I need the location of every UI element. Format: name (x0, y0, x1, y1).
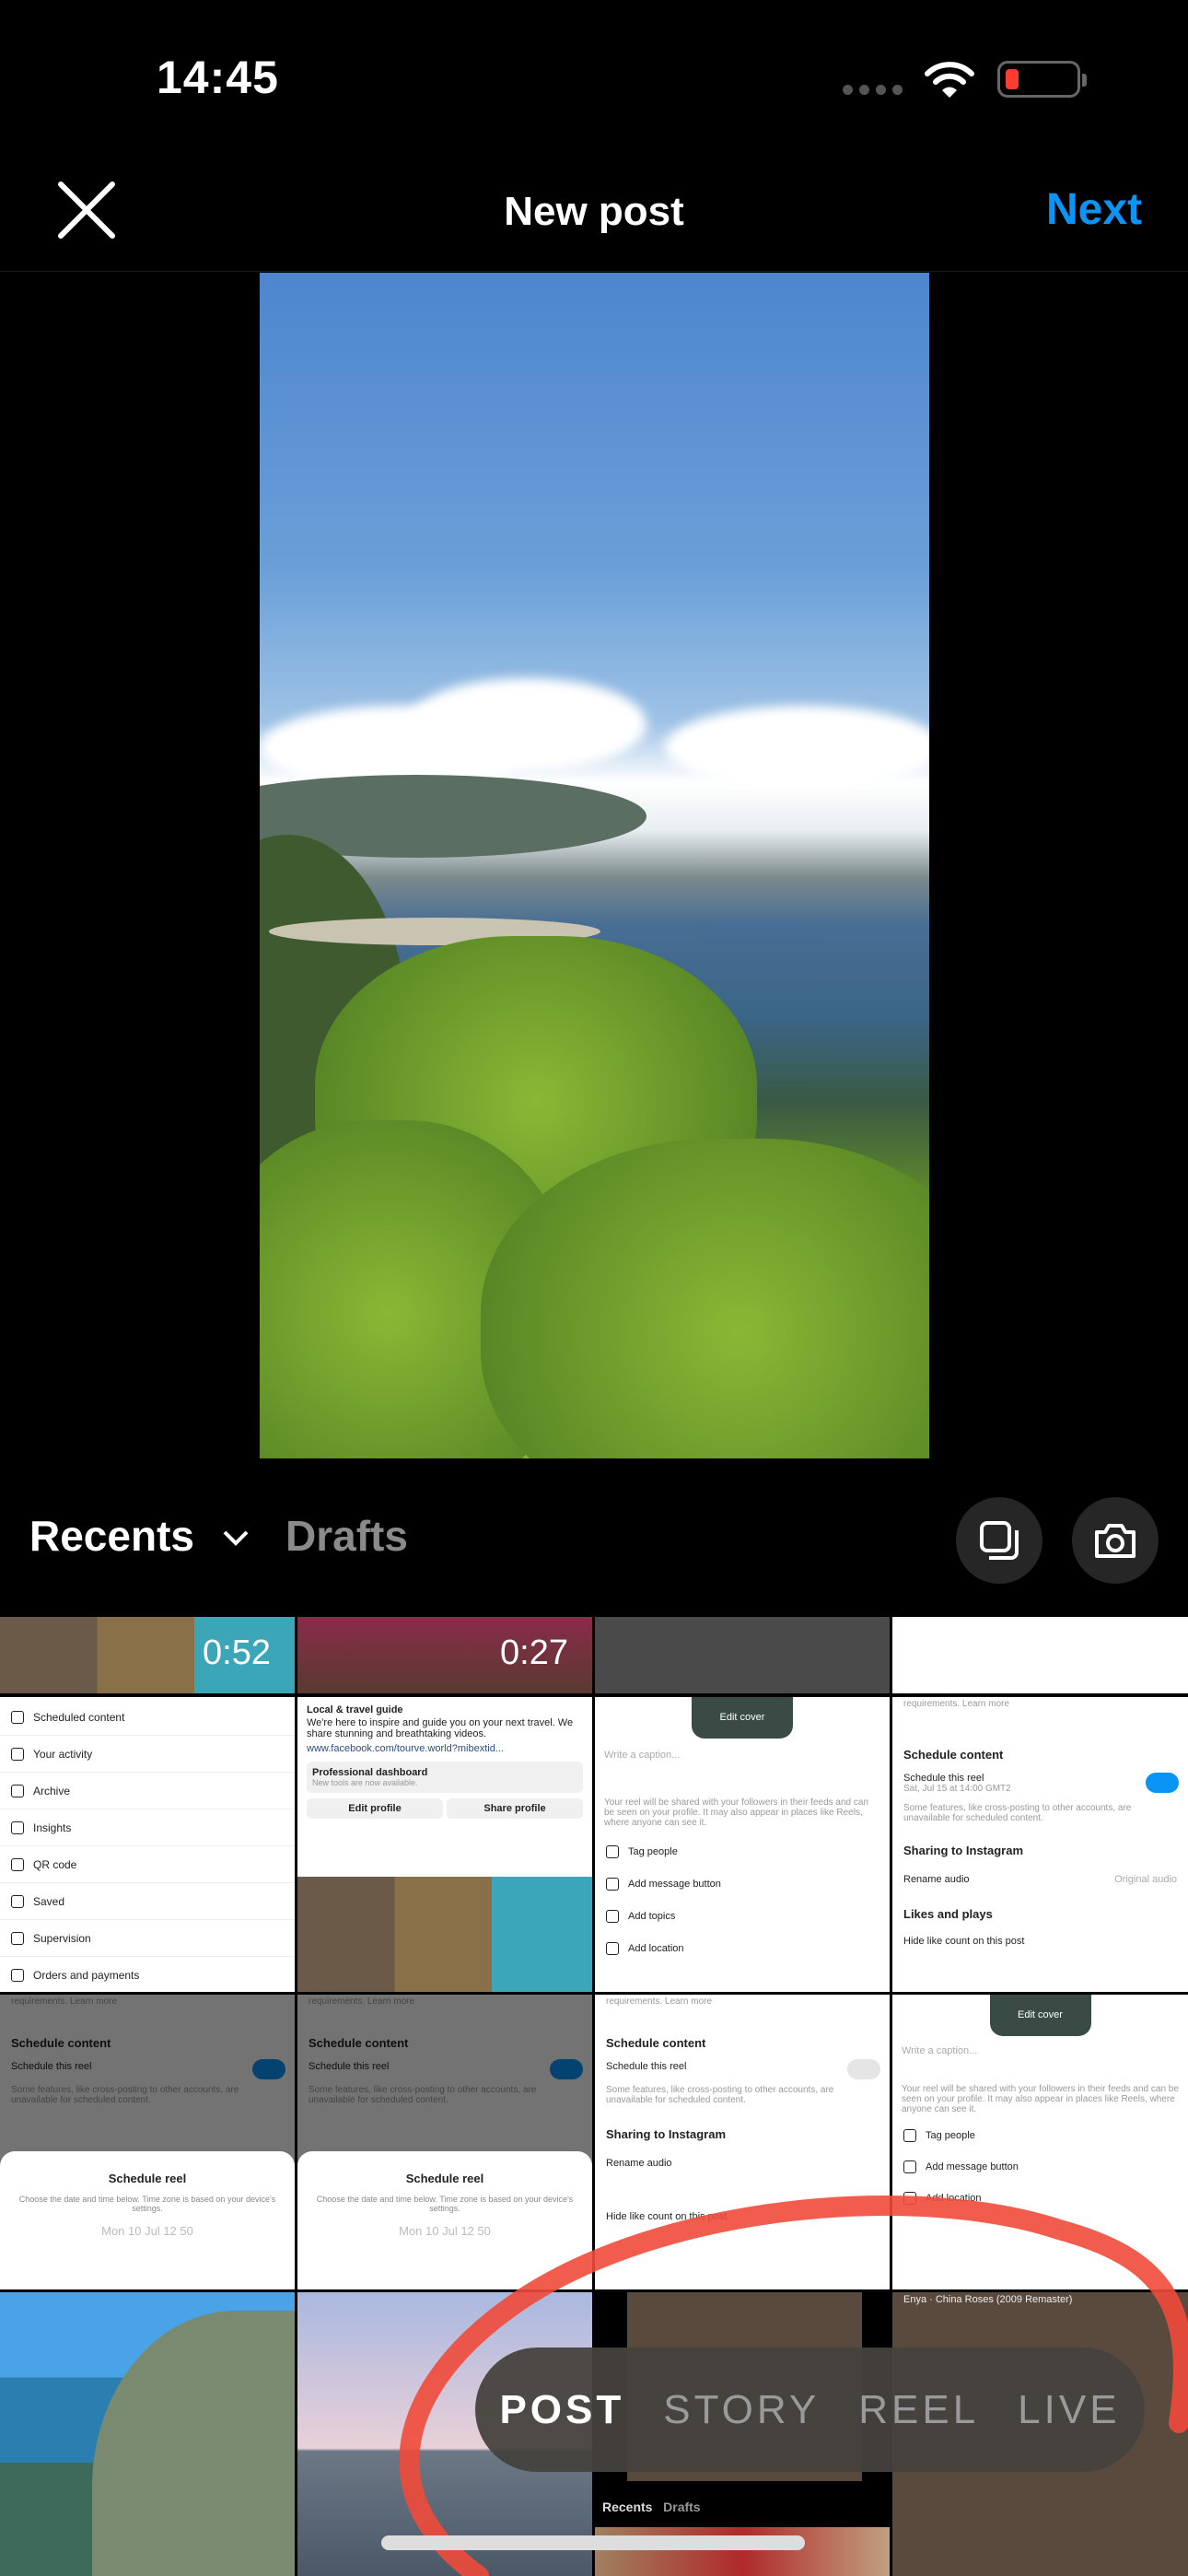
dashboard-sub: New tools are now available. (312, 1778, 418, 1787)
gallery-thumbnail[interactable]: 0:52 (0, 1617, 295, 1693)
mode-reel[interactable]: REEL (858, 2387, 979, 2433)
edit-profile-label: Edit profile (307, 1798, 443, 1819)
likes-heading: Likes and plays (903, 1907, 993, 1921)
dashboard-label: Professional dashboard (312, 1767, 428, 1778)
list-item: Add message button (595, 1868, 890, 1900)
schedule-heading: Schedule content (903, 1748, 1004, 1762)
share-profile-label: Share profile (447, 1798, 583, 1819)
list-item: Scheduled content (0, 1699, 295, 1736)
original-audio: Original audio (1114, 1874, 1177, 1885)
schedule-toggle (1146, 1773, 1179, 1793)
list-item: Orders and payments (0, 1957, 295, 1992)
home-indicator[interactable] (381, 2535, 805, 2550)
wifi-icon (925, 62, 974, 98)
divider (0, 271, 1188, 272)
gallery-thumbnail[interactable] (595, 1617, 890, 1693)
camera-icon (1095, 1524, 1136, 1558)
learn-more: requirements. Learn more (903, 1699, 1010, 1709)
schedule-note: Some features, like cross-posting to oth… (606, 2085, 834, 2105)
list-item: Insights (0, 1809, 295, 1846)
list-item: Tag people (892, 2120, 1188, 2151)
camera-button[interactable] (1072, 1497, 1159, 1584)
gallery-thumbnail[interactable] (892, 1617, 1188, 1693)
schedule-toggle-label: Schedule this reel (903, 1773, 984, 1784)
gallery-thumbnail[interactable]: Local & travel guide We're here to inspi… (297, 1697, 592, 1992)
multi-select-icon (980, 1521, 1019, 1560)
list-item: Add topics (595, 1900, 890, 1932)
video-duration: 0:52 (203, 1633, 271, 1672)
mode-story[interactable]: STORY (663, 2387, 820, 2433)
gallery-thumbnail[interactable]: 0:27 (297, 1617, 592, 1693)
share-notice: Your reel will be shared with your follo… (902, 2084, 1179, 2114)
list-item: Saved (0, 1883, 295, 1920)
album-selector[interactable]: Recents (29, 1511, 194, 1561)
profile-bio: We're here to inspire and guide you on y… (307, 1717, 574, 1739)
gallery-thumbnail[interactable]: Edit cover Write a caption... Your reel … (595, 1697, 890, 1992)
list-item: Add message button (892, 2151, 1188, 2183)
battery-icon (997, 61, 1087, 98)
list-item: QR code (0, 1846, 295, 1883)
hide-likes: Hide like count on this post (903, 1936, 1025, 1947)
multi-select-button[interactable] (956, 1497, 1042, 1584)
schedule-toggle (847, 2059, 880, 2079)
rename-audio: Rename audio (606, 2158, 672, 2169)
sheet-title: Schedule reel (108, 2172, 187, 2185)
status-time: 14:45 (157, 52, 279, 103)
edit-cover-label: Edit cover (692, 1697, 793, 1739)
sharing-heading: Sharing to Instagram (903, 1844, 1024, 1857)
mode-selector[interactable]: POST STORY REEL LIVE (475, 2348, 1145, 2472)
list-item: Archive (0, 1773, 295, 1809)
share-notice: Your reel will be shared with your follo… (604, 1797, 869, 1828)
schedule-toggle-label: Schedule this reel (606, 2061, 687, 2072)
chevron-down-icon[interactable] (221, 1528, 250, 1548)
caption-placeholder: Write a caption... (604, 1750, 681, 1761)
learn-more: requirements. Learn more (606, 1996, 713, 2007)
schedule-heading: Schedule content (606, 2036, 706, 2050)
video-duration: 0:27 (500, 1633, 568, 1672)
gallery-thumbnail[interactable]: Scheduled content Your activity Archive … (0, 1697, 295, 1992)
schedule-time: Sat, Jul 15 at 14:00 GMT2 (903, 1784, 1011, 1794)
next-button[interactable]: Next (1046, 184, 1142, 235)
selected-photo-preview[interactable] (260, 273, 929, 1458)
drafts-tab[interactable]: Drafts (285, 1511, 408, 1561)
caption-placeholder: Write a caption... (902, 2045, 978, 2056)
list-item: Supervision (0, 1920, 295, 1957)
rename-audio: Rename audio (903, 1874, 970, 1885)
sharing-heading: Sharing to Instagram (606, 2127, 727, 2141)
list-item: Add location (595, 1932, 890, 1964)
mode-live[interactable]: LIVE (1018, 2387, 1120, 2433)
profile-link: www.facebook.com/tourve.world?mibextid..… (307, 1743, 504, 1754)
list-item: Your activity (0, 1736, 295, 1773)
profile-category: Local & travel guide (307, 1704, 403, 1715)
sheet-title: Schedule reel (405, 2172, 484, 2185)
list-item: Tag people (595, 1835, 890, 1868)
mode-post[interactable]: POST (499, 2387, 624, 2433)
schedule-note: Some features, like cross-posting to oth… (903, 1803, 1132, 1823)
page-title: New post (504, 189, 684, 234)
edit-cover-label: Edit cover (989, 1995, 1091, 2036)
gallery-thumbnail[interactable]: requirements. Learn more Schedule conten… (892, 1697, 1188, 1992)
cellular-signal-icon (843, 85, 903, 95)
